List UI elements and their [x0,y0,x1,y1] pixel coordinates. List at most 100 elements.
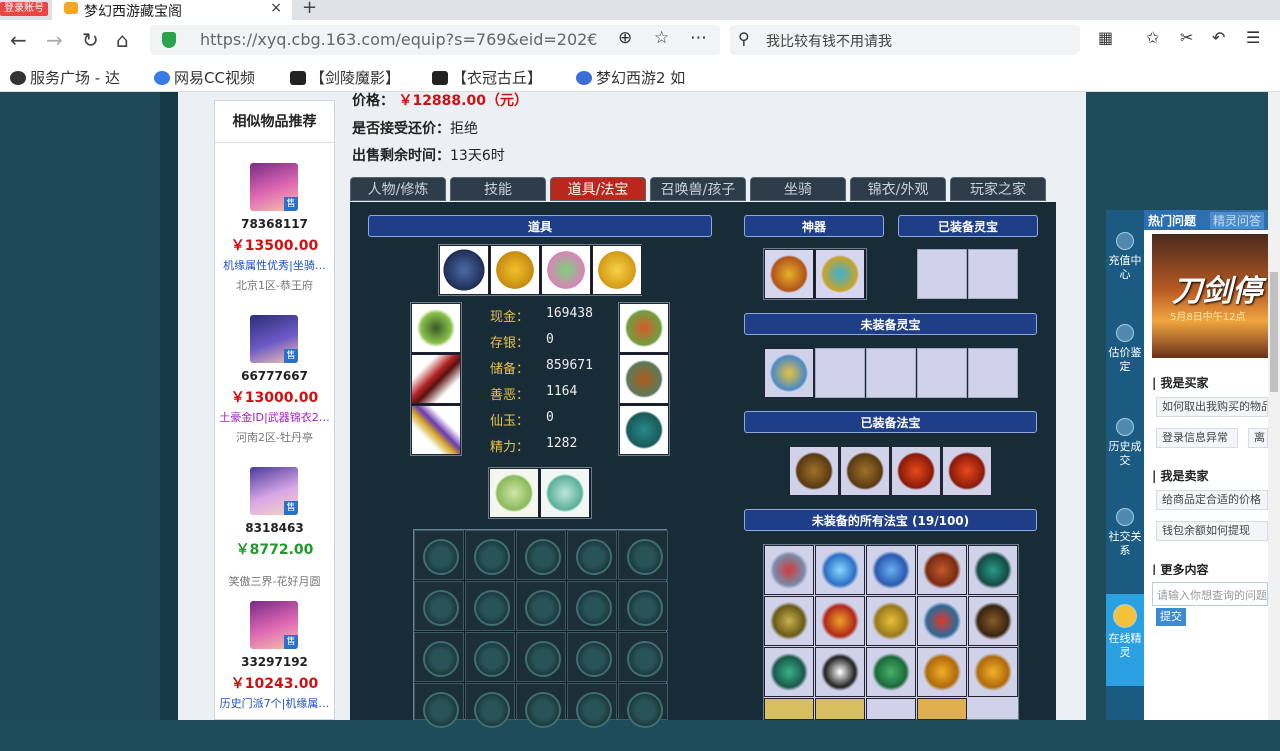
item-desc[interactable]: 机缘属性优秀|坐骑… [215,257,334,273]
fabao-orb-icon[interactable] [968,545,1018,595]
fabao-ring-icon[interactable] [968,647,1018,697]
avatar[interactable]: 售 [250,163,298,211]
inventory-slot[interactable] [414,581,464,631]
buyer-question-2[interactable]: 登录信息异常 [1156,428,1238,448]
lingbao-slot[interactable] [917,249,967,299]
page-scrollbar[interactable] [1268,92,1280,720]
search-box[interactable]: ⚲ 我比较有钱不用请我 [730,25,1080,55]
login-badge[interactable]: 登录账号 [0,2,48,16]
inventory-slot[interactable] [465,530,515,580]
inventory-slot[interactable] [618,632,668,682]
tab-skills[interactable]: 技能 [450,177,546,201]
more-section[interactable]: | 更多内容 [1152,561,1209,575]
tab-home[interactable]: 玩家之家 [950,177,1046,201]
question-input[interactable]: 请输入你想查询的问题 [1152,582,1268,606]
blade-icon[interactable] [411,354,461,404]
helmet-icon[interactable] [411,303,461,353]
zoom-icon[interactable]: ⊕ [618,28,632,48]
jade-pendant-icon[interactable] [489,468,539,518]
avatar[interactable]: 售 [250,467,298,515]
gold-bracelet-icon[interactable] [592,245,642,295]
avatar[interactable]: 售 [250,601,298,649]
bookmark-5[interactable]: 梦幻西游2 如 [576,67,685,88]
inventory-slot[interactable] [618,530,668,580]
tab-outfit[interactable]: 锦衣/外观 [850,177,946,201]
inventory-slot[interactable] [567,632,617,682]
inventory-slot[interactable] [618,683,668,728]
jade-charm-icon[interactable] [540,468,590,518]
item-desc[interactable]: 历史门派7个|机缘属… [215,695,334,711]
item-desc[interactable]: 土豪金ID|武器锦衣2… [215,409,334,425]
bookmark-4[interactable]: 【衣冠古丘】 [432,67,542,88]
similar-item[interactable]: 售 33297192 ￥10243.00 历史门派7个|机缘属… [215,601,334,751]
tab-mount[interactable]: 坐骑 [750,177,846,201]
inventory-slot[interactable] [567,581,617,631]
tab-sprite-qa[interactable]: 精灵问答 [1210,212,1265,229]
bookmark-1[interactable]: 服务广场 - 达 [10,67,120,88]
lingbao-slot[interactable] [968,249,1018,299]
inventory-slot[interactable] [465,683,515,728]
similar-item[interactable]: 售 78368117 ￥13500.00 机缘属性优秀|坐骑… 北京1区-恭王府 [215,163,334,313]
lingbao-slot[interactable] [968,348,1018,398]
more-icon[interactable]: ⋯ [690,28,707,48]
lingbao-slot[interactable] [917,348,967,398]
armor-icon[interactable] [619,354,669,404]
bookmark-2[interactable]: 网易CC视频 [154,67,255,88]
history-button[interactable]: 历史成交 [1106,418,1144,468]
inventory-slot[interactable] [516,530,566,580]
address-bar[interactable]: https://xyq.cbg.163.com/equip?s=769&eid=… [150,25,720,55]
inventory-slot[interactable] [567,683,617,728]
fabao-gourd-icon[interactable] [789,446,839,496]
shenqi-beast-icon[interactable] [764,249,814,299]
fabao-gourd-icon[interactable] [840,446,890,496]
inventory-slot[interactable] [414,683,464,728]
lingbao-slot[interactable] [815,348,865,398]
fabao-tower-icon[interactable] [968,596,1018,646]
ring-icon[interactable] [439,245,489,295]
inventory-slot[interactable] [618,581,668,631]
similar-item[interactable]: 售 8318463 ￥8772.00 笑傲三界-花好月圆 [215,467,334,617]
inventory-slot[interactable] [414,530,464,580]
undo-icon[interactable]: ↶ [1212,28,1225,47]
charm-icon[interactable] [619,303,669,353]
tab-pets[interactable]: 召唤兽/孩子 [650,177,746,201]
inventory-slot[interactable] [465,632,515,682]
inventory-slot[interactable] [465,581,515,631]
fabao-ring-icon[interactable] [917,647,967,697]
fabao-bird-icon[interactable] [917,596,967,646]
inventory-slot[interactable] [516,581,566,631]
lingbao-fan-icon[interactable] [764,348,814,398]
forward-icon[interactable]: → [46,26,63,54]
tab-character[interactable]: 人物/修炼 [350,177,446,201]
similar-item[interactable]: 售 66777667 ￥13000.00 土豪金ID|武器锦衣2… 河南2区-牡… [215,315,334,465]
fabao-item-icon[interactable] [764,698,814,720]
menu-icon[interactable]: ☰ [1246,28,1260,47]
home-icon[interactable]: ⌂ [116,26,129,54]
bookmark-star-icon[interactable]: ✩ [1146,28,1159,47]
buyer-question-3[interactable]: 离 [1248,428,1268,448]
fabao-item-icon[interactable] [866,698,916,720]
fabao-item-icon[interactable] [815,698,865,720]
inventory-slot[interactable] [516,632,566,682]
fabao-branch-icon[interactable] [917,545,967,595]
fabao-drum-icon[interactable] [891,446,941,496]
bookmark-3[interactable]: 【剑陵魔影】 [290,67,400,88]
scissors-icon[interactable]: ✂ [1180,28,1193,47]
lotus-icon[interactable] [541,245,591,295]
lingbao-slot[interactable] [866,348,916,398]
promo-banner[interactable]: 刀剑停 5月8日中午12点 [1152,234,1268,358]
scroll-thumb[interactable] [1270,272,1278,392]
dagger-icon[interactable] [411,405,461,455]
fabao-dragon-icon[interactable] [866,647,916,697]
fabao-spear-icon[interactable] [764,596,814,646]
seller-question-2[interactable]: 钱包余额如何提现 [1156,521,1268,541]
avatar[interactable]: 售 [250,315,298,363]
fabao-mask-icon[interactable] [815,647,865,697]
star-icon[interactable]: ☆ [654,28,669,48]
inventory-slot[interactable] [567,530,617,580]
online-sprite[interactable]: 在线精灵 [1106,604,1144,660]
recharge-button[interactable]: 充值中心 [1106,232,1144,282]
browser-tab[interactable]: 梦幻西游藏宝阁 × [52,0,292,20]
back-icon[interactable]: ← [10,26,27,54]
reload-icon[interactable]: ↻ [82,26,99,54]
